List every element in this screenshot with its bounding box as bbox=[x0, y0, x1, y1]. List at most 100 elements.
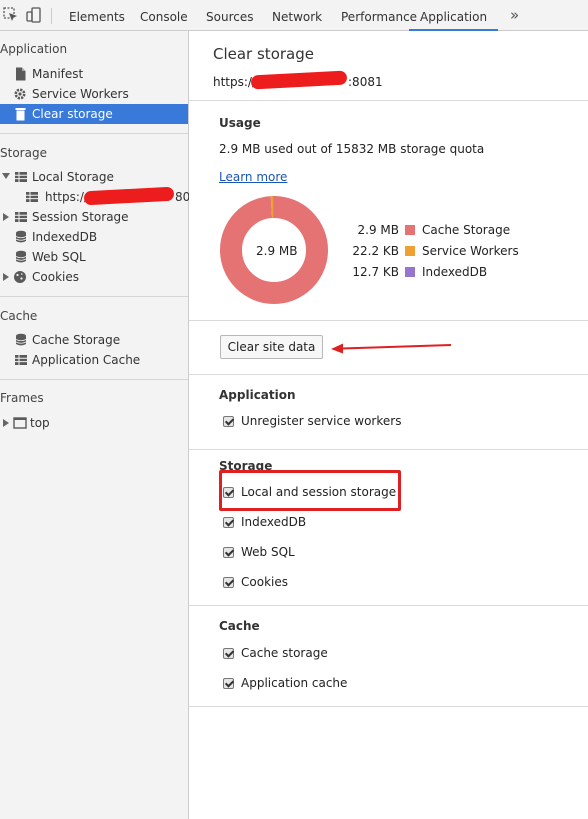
inspect-element-icon[interactable] bbox=[3, 7, 19, 23]
legend-swatch-cache-storage bbox=[405, 225, 415, 235]
legend-value-service-workers: 22.2 KB bbox=[352, 244, 399, 258]
chevron-double-right-icon[interactable]: » bbox=[510, 6, 519, 24]
grid-icon bbox=[15, 212, 27, 222]
section-divider bbox=[189, 320, 588, 321]
tab-network[interactable]: Network bbox=[272, 0, 322, 31]
sidebar-item-label: Web SQL bbox=[32, 250, 86, 264]
sidebar-section-storage: Storage bbox=[0, 146, 47, 160]
grid-icon bbox=[15, 172, 27, 182]
application-cache-label: Application cache bbox=[241, 676, 348, 690]
frame-icon bbox=[13, 417, 27, 429]
section-divider bbox=[189, 605, 588, 606]
learn-more-link[interactable]: Learn more bbox=[219, 170, 287, 184]
sidebar-item-cookies[interactable]: Cookies bbox=[0, 267, 188, 287]
sidebar-item-label: IndexedDB bbox=[32, 230, 98, 244]
legend-value-indexeddb: 12.7 KB bbox=[352, 265, 399, 279]
device-toolbar-icon[interactable] bbox=[26, 7, 42, 23]
web-sql-checkbox[interactable] bbox=[223, 547, 234, 558]
usage-summary: 2.9 MB used out of 15832 MB storage quot… bbox=[219, 142, 485, 156]
unregister-service-workers-label: Unregister service workers bbox=[241, 414, 402, 428]
expand-arrow-icon[interactable] bbox=[2, 173, 10, 179]
web-sql-label: Web SQL bbox=[241, 545, 295, 559]
sidebar-item-service-workers[interactable]: Service Workers bbox=[0, 84, 188, 104]
database-icon bbox=[15, 333, 27, 346]
sidebar: Application Manifest Service Workers Cle… bbox=[0, 31, 191, 819]
section-divider bbox=[189, 706, 588, 707]
sidebar-item-local-storage-origin[interactable]: https:// 80 bbox=[0, 186, 191, 207]
origin-suffix: :8081 bbox=[348, 75, 383, 89]
devtools-toolbar: Elements Console Sources Network Perform… bbox=[0, 0, 588, 31]
sidebar-divider bbox=[0, 379, 188, 380]
sidebar-item-application-cache[interactable]: Application Cache bbox=[0, 350, 188, 370]
grid-icon bbox=[15, 355, 27, 365]
tab-elements[interactable]: Elements bbox=[69, 0, 125, 31]
grid-icon bbox=[26, 192, 38, 202]
sidebar-item-manifest[interactable]: Manifest bbox=[0, 64, 188, 84]
gear-icon bbox=[14, 88, 26, 100]
expand-arrow-icon[interactable] bbox=[3, 213, 9, 221]
cache-heading: Cache bbox=[219, 619, 260, 633]
tab-sources[interactable]: Sources bbox=[206, 0, 253, 31]
document-icon bbox=[16, 67, 26, 81]
application-cache-checkbox[interactable] bbox=[223, 678, 234, 689]
clear-site-data-button[interactable]: Clear site data bbox=[220, 335, 323, 359]
redaction-mark bbox=[83, 186, 175, 206]
legend-name-indexeddb: IndexedDB bbox=[422, 265, 488, 279]
origin-prefix: https:// bbox=[213, 75, 257, 89]
sidebar-item-label: Local Storage bbox=[32, 170, 114, 184]
indexeddb-checkbox[interactable] bbox=[223, 517, 234, 528]
cookie-icon bbox=[14, 271, 26, 283]
sidebar-item-label: Cookies bbox=[32, 270, 79, 284]
sidebar-item-clear-storage[interactable]: Clear storage bbox=[0, 104, 188, 124]
sidebar-item-local-storage[interactable]: Local Storage bbox=[0, 167, 188, 187]
sidebar-divider bbox=[0, 133, 188, 134]
expand-arrow-icon[interactable] bbox=[3, 419, 9, 427]
sidebar-item-frame-top[interactable]: top bbox=[0, 413, 188, 433]
usage-heading: Usage bbox=[219, 116, 261, 130]
sidebar-section-application: Application bbox=[0, 42, 68, 56]
annotation-highlight-box bbox=[219, 470, 401, 511]
tab-console[interactable]: Console bbox=[140, 0, 188, 31]
trash-icon bbox=[15, 108, 26, 121]
sidebar-item-label: top bbox=[30, 416, 50, 430]
sidebar-item-indexeddb[interactable]: IndexedDB bbox=[0, 227, 188, 247]
sidebar-item-label: Application Cache bbox=[32, 353, 141, 367]
sidebar-item-label: Service Workers bbox=[32, 87, 129, 101]
toolbar-separator bbox=[51, 8, 52, 24]
cookies-label: Cookies bbox=[241, 575, 288, 589]
donut-center-label: 2.9 MB bbox=[256, 244, 298, 258]
legend-swatch-indexeddb bbox=[405, 267, 415, 277]
unregister-service-workers-checkbox[interactable] bbox=[223, 416, 234, 427]
application-heading: Application bbox=[219, 388, 296, 402]
sidebar-item-label: Clear storage bbox=[32, 107, 113, 121]
database-icon bbox=[15, 250, 27, 263]
cookies-checkbox[interactable] bbox=[223, 577, 234, 588]
expand-arrow-icon[interactable] bbox=[3, 273, 9, 281]
sidebar-item-label: Manifest bbox=[32, 67, 84, 81]
indexeddb-label: IndexedDB bbox=[241, 515, 307, 529]
sidebar-item-label-tail: 80 bbox=[175, 190, 191, 204]
legend-name-cache-storage: Cache Storage bbox=[422, 223, 511, 237]
sidebar-item-web-sql[interactable]: Web SQL bbox=[0, 247, 188, 267]
sidebar-item-cache-storage[interactable]: Cache Storage bbox=[0, 330, 188, 350]
legend-value-cache-storage: 2.9 MB bbox=[357, 223, 399, 237]
cache-storage-label: Cache storage bbox=[241, 646, 328, 660]
legend-name-service-workers: Service Workers bbox=[422, 244, 519, 258]
page-title: Clear storage bbox=[213, 45, 314, 63]
sidebar-item-session-storage[interactable]: Session Storage bbox=[0, 207, 188, 227]
sidebar-section-cache: Cache bbox=[0, 309, 38, 323]
sidebar-item-label: https:// bbox=[45, 190, 89, 204]
sidebar-divider bbox=[0, 296, 188, 297]
clear-storage-panel: Clear storage https:// :8081 Usage 2.9 MB… bbox=[189, 31, 588, 819]
cache-storage-checkbox[interactable] bbox=[223, 648, 234, 659]
tab-performance[interactable]: Performance bbox=[341, 0, 417, 31]
section-divider bbox=[189, 100, 588, 101]
legend-swatch-service-workers bbox=[405, 246, 415, 256]
sidebar-item-label: Session Storage bbox=[32, 210, 129, 224]
sidebar-item-label: Cache Storage bbox=[32, 333, 121, 347]
annotation-arrow bbox=[331, 343, 452, 354]
section-divider bbox=[189, 374, 588, 375]
section-divider bbox=[189, 449, 588, 450]
tab-application[interactable]: Application bbox=[409, 0, 499, 31]
database-icon bbox=[15, 230, 27, 243]
